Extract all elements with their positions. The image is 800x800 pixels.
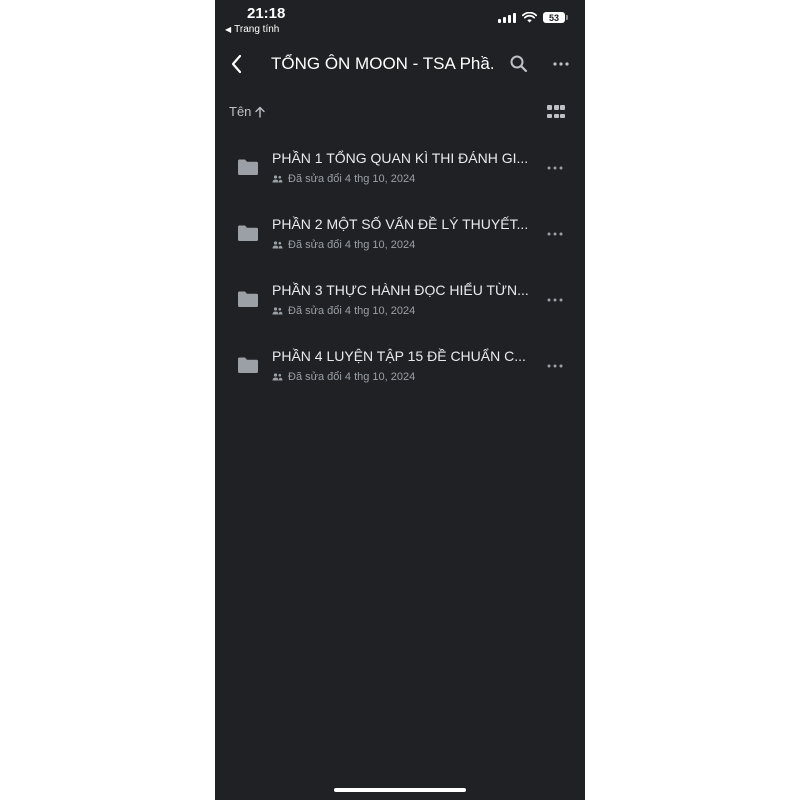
folder-name: PHẦN 3 THỰC HÀNH ĐỌC HIỂU TỪN... — [272, 282, 529, 298]
more-options-button[interactable] — [549, 52, 573, 76]
folder-icon — [238, 357, 258, 373]
sort-label: Tên — [229, 104, 252, 119]
status-time: 21:18 — [247, 5, 286, 22]
shared-people-icon — [272, 175, 283, 183]
list-item[interactable]: PHẦN 1 TỔNG QUAN KÌ THI ĐÁNH GI... Đã sử… — [215, 136, 585, 202]
folder-icon — [238, 291, 258, 307]
list-item[interactable]: PHẦN 4 LUYỆN TẬP 15 ĐỀ CHUẨN C... Đã sửa… — [215, 334, 585, 400]
modified-date: Đã sửa đổi 4 thg 10, 2024 — [288, 239, 416, 251]
folder-icon — [238, 159, 258, 175]
back-app-label: Trang tính — [234, 24, 280, 35]
folder-meta: Đã sửa đổi 4 thg 10, 2024 — [272, 371, 415, 383]
more-horizontal-icon — [547, 232, 563, 236]
folder-title: TỔNG ÔN MOON - TSA Phầ... — [271, 54, 493, 73]
list-item[interactable]: PHẦN 3 THỰC HÀNH ĐỌC HIỂU TỪN... Đã sửa … — [215, 268, 585, 334]
folder-meta: Đã sửa đổi 4 thg 10, 2024 — [272, 239, 415, 251]
folder-meta: Đã sửa đổi 4 thg 10, 2024 — [272, 305, 415, 317]
folder-icon — [238, 225, 258, 241]
item-more-button[interactable] — [543, 356, 567, 376]
cellular-signal-icon — [498, 12, 516, 23]
phone-screen: 21:18 ◀ Trang tính 53 TỔNG ÔN MOON - TSA… — [215, 0, 585, 800]
status-indicators: 53 — [498, 12, 568, 23]
item-more-button[interactable] — [543, 158, 567, 178]
shared-people-icon — [272, 307, 283, 315]
item-more-button[interactable] — [543, 290, 567, 310]
folder-name: PHẦN 2 MỘT SỐ VẤN ĐỀ LÝ THUYẾT... — [272, 216, 529, 232]
folder-name: PHẦN 4 LUYỆN TẬP 15 ĐỀ CHUẨN C... — [272, 348, 526, 364]
folder-list: PHẦN 1 TỔNG QUAN KÌ THI ĐÁNH GI... Đã sử… — [215, 136, 585, 400]
more-horizontal-icon — [547, 166, 563, 170]
back-button[interactable] — [225, 52, 249, 76]
grid-view-icon[interactable] — [547, 105, 565, 121]
list-item[interactable]: PHẦN 2 MỘT SỐ VẤN ĐỀ LÝ THUYẾT... Đã sửa… — [215, 202, 585, 268]
chevron-left-icon — [231, 54, 242, 74]
more-horizontal-icon — [547, 364, 563, 368]
back-triangle-icon: ◀ — [225, 25, 232, 34]
wifi-icon — [522, 12, 537, 23]
search-button[interactable] — [507, 52, 531, 76]
battery-level: 53 — [548, 12, 559, 23]
battery-icon: 53 — [543, 12, 568, 23]
shared-people-icon — [272, 373, 283, 381]
item-more-button[interactable] — [543, 224, 567, 244]
folder-name: PHẦN 1 TỔNG QUAN KÌ THI ĐÁNH GI... — [272, 150, 529, 166]
modified-date: Đã sửa đổi 4 thg 10, 2024 — [288, 371, 416, 383]
sort-by-name-button[interactable]: Tên — [229, 104, 266, 119]
more-horizontal-icon — [547, 298, 563, 302]
toolbar: TỔNG ÔN MOON - TSA Phầ... — [215, 44, 585, 84]
folder-meta: Đã sửa đổi 4 thg 10, 2024 — [272, 173, 415, 185]
modified-date: Đã sửa đổi 4 thg 10, 2024 — [288, 305, 416, 317]
arrow-up-icon — [255, 106, 266, 118]
more-horizontal-icon — [553, 62, 569, 66]
back-to-app-link[interactable]: ◀ Trang tính — [225, 24, 279, 35]
search-icon — [510, 55, 528, 73]
home-indicator[interactable] — [334, 788, 466, 792]
shared-people-icon — [272, 241, 283, 249]
modified-date: Đã sửa đổi 4 thg 10, 2024 — [288, 173, 416, 185]
